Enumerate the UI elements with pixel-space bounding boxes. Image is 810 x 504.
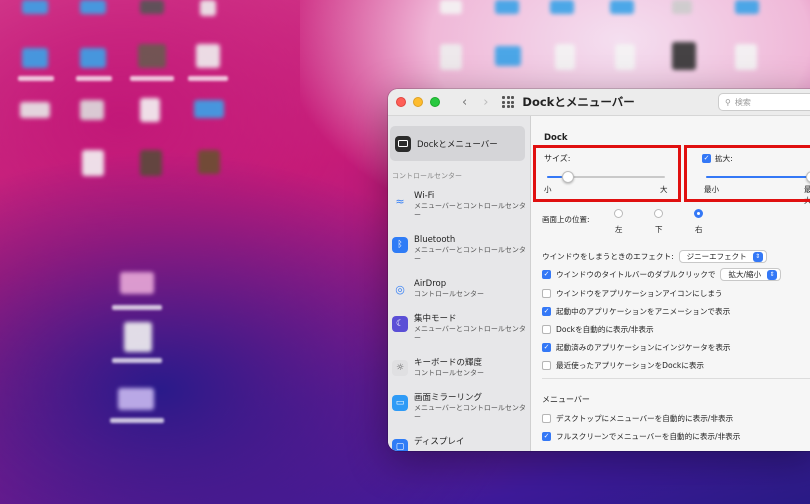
display-icon: ▢ [392, 439, 408, 451]
position-radio-left[interactable] [614, 209, 623, 218]
screen-mirroring-icon: ▭ [392, 395, 408, 411]
sidebar-item-title: 画面ミラーリング [414, 393, 483, 403]
airdrop-icon: ◎ [395, 282, 405, 296]
sidebar-item-dock-menubar[interactable]: Dockとメニューバー [390, 126, 525, 161]
size-annotation-box [533, 145, 681, 202]
sidebar-item-subtitle: メニューバーとコントロールセンター [414, 325, 526, 342]
sidebar-item-title: 集中モード [414, 314, 457, 324]
magnification-annotation-box [684, 145, 810, 202]
minimize-effect-row: ウインドウをしまうときのエフェクト: ジニーエフェクト ⇕ [542, 250, 767, 263]
preferences-window: ‹ › Dockとメニューバー ⚲ 検索 Dockとメニューバー コントロールセ… [388, 89, 810, 451]
checkbox-checked[interactable]: ✓ [542, 432, 551, 441]
sidebar-section-header: コントロールセンター [392, 172, 462, 180]
position-label: 画面上の位置: [542, 215, 590, 224]
chevron-left-icon[interactable]: ‹ [462, 95, 467, 110]
title-bar: ‹ › Dockとメニューバー ⚲ 検索 [388, 89, 810, 116]
sidebar-item-title: ディスプレイ [414, 437, 465, 447]
checkbox-checked[interactable]: ✓ [542, 307, 551, 316]
sidebar-item-subtitle: コントロールセンター [414, 369, 484, 377]
dock-icon [395, 135, 411, 152]
sidebar-item-bluetooth[interactable]: ᛒ Bluetooth メニューバーとコントロールセンター [392, 235, 528, 264]
checkbox-label: ウインドウをアプリケーションアイコンにしまう [556, 289, 723, 298]
sidebar-item-keyboard-brightness[interactable]: ☼ キーボードの輝度 コントロールセンター [392, 358, 528, 378]
checkbox-label: 起動済みのアプリケーションにインジケータを表示 [556, 343, 731, 352]
sidebar-item-title: キーボードの輝度 [414, 358, 483, 368]
sidebar-item-display[interactable]: ▢ ディスプレイ [392, 437, 528, 451]
checkbox-label: 最近使ったアプリケーションをDockに表示 [556, 361, 705, 370]
double-click-popup[interactable]: 拡大/縮小 ⇕ [720, 268, 781, 281]
bluetooth-icon: ᛒ [392, 237, 408, 253]
position-radio-right[interactable] [694, 209, 703, 218]
dock-section-title: Dock [544, 133, 568, 143]
chevron-right-icon[interactable]: › [483, 95, 488, 110]
checkbox-unchecked[interactable] [542, 414, 551, 423]
checkbox-checked[interactable]: ✓ [542, 343, 551, 352]
minimize-effect-label: ウインドウをしまうときのエフェクト: [542, 252, 674, 261]
checkbox-unchecked[interactable] [542, 325, 551, 334]
sidebar-item-label: Dockとメニューバー [417, 139, 498, 150]
checkbox-unchecked[interactable] [542, 361, 551, 370]
window-controls [396, 97, 440, 107]
search-placeholder: 検索 [734, 97, 751, 107]
section-divider [542, 378, 810, 379]
search-icon: ⚲ [725, 97, 731, 107]
sidebar-item-subtitle: メニューバーとコントロールセンター [414, 246, 526, 263]
position-option-bottom: 下 [655, 225, 663, 234]
sidebar: Dockとメニューバー コントロールセンター ≈ Wi-Fi メニューバーとコント… [388, 116, 531, 451]
checkbox-unchecked[interactable] [542, 289, 551, 298]
sidebar-item-title: Wi-Fi [414, 191, 435, 201]
zoom-button[interactable] [430, 97, 440, 107]
checkbox-label: Dockを自動的に表示/非表示 [556, 325, 654, 334]
sidebar-item-airdrop[interactable]: ◎ AirDrop コントロールセンター [392, 279, 528, 299]
menubar-section-title: メニューバー [542, 395, 590, 404]
checkbox-label: フルスクリーンでメニューバーを自動的に表示/非表示 [556, 432, 741, 441]
checkbox-checked[interactable]: ✓ [542, 270, 551, 279]
moon-icon: ☾ [392, 316, 408, 332]
checkbox-label: デスクトップにメニューバーを自動的に表示/非表示 [556, 414, 734, 423]
sidebar-item-focus[interactable]: ☾ 集中モード メニューバーとコントロールセンター [392, 314, 528, 343]
checkbox-row[interactable]: Dockを自動的に表示/非表示 [542, 324, 654, 335]
close-button[interactable] [396, 97, 406, 107]
checkbox-row[interactable]: ✓ フルスクリーンでメニューバーを自動的に表示/非表示 [542, 431, 740, 442]
sidebar-item-subtitle: コントロールセンター [414, 290, 484, 298]
position-option-left: 左 [615, 225, 623, 234]
checkbox-label: 起動中のアプリケーションをアニメーションで表示 [556, 307, 731, 316]
position-option-right: 右 [695, 225, 703, 234]
sidebar-item-title: Bluetooth [414, 235, 456, 245]
checkbox-row[interactable]: ✓ 起動中のアプリケーションをアニメーションで表示 [542, 306, 730, 317]
double-click-label: ウインドウのタイトルバーのダブルクリックで [556, 270, 716, 279]
search-field[interactable]: ⚲ 検索 [718, 93, 810, 111]
sidebar-item-wifi[interactable]: ≈ Wi-Fi メニューバーとコントロールセンター [392, 191, 528, 220]
chevron-updown-icon: ⇕ [752, 251, 763, 262]
sidebar-item-screen-mirroring[interactable]: ▭ 画面ミラーリング メニューバーとコントロールセンター [392, 393, 528, 422]
double-click-row: ✓ ウインドウのタイトルバーのダブルクリックで 拡大/縮小 ⇕ [542, 268, 781, 281]
window-title: Dockとメニューバー [522, 95, 635, 109]
checkbox-row[interactable]: デスクトップにメニューバーを自動的に表示/非表示 [542, 413, 733, 424]
minimize-effect-value: ジニーエフェクト [686, 252, 747, 261]
position-radio-bottom[interactable] [654, 209, 663, 218]
keyboard-brightness-icon: ☼ [392, 360, 408, 376]
sidebar-item-subtitle: メニューバーとコントロールセンター [414, 404, 526, 421]
sidebar-item-title: AirDrop [414, 279, 447, 289]
checkbox-row[interactable]: 最近使ったアプリケーションをDockに表示 [542, 360, 704, 371]
show-all-grid-icon[interactable] [502, 96, 515, 108]
double-click-value: 拡大/縮小 [728, 270, 761, 279]
checkbox-row[interactable]: ウインドウをアプリケーションアイコンにしまう [542, 288, 723, 299]
wifi-icon: ≈ [395, 194, 405, 208]
minimize-effect-popup[interactable]: ジニーエフェクト ⇕ [678, 250, 767, 263]
chevron-updown-icon: ⇕ [767, 269, 777, 280]
minimize-button[interactable] [413, 97, 423, 107]
checkbox-row[interactable]: ✓ 起動済みのアプリケーションにインジケータを表示 [542, 342, 731, 353]
sidebar-item-subtitle: メニューバーとコントロールセンター [414, 202, 526, 219]
